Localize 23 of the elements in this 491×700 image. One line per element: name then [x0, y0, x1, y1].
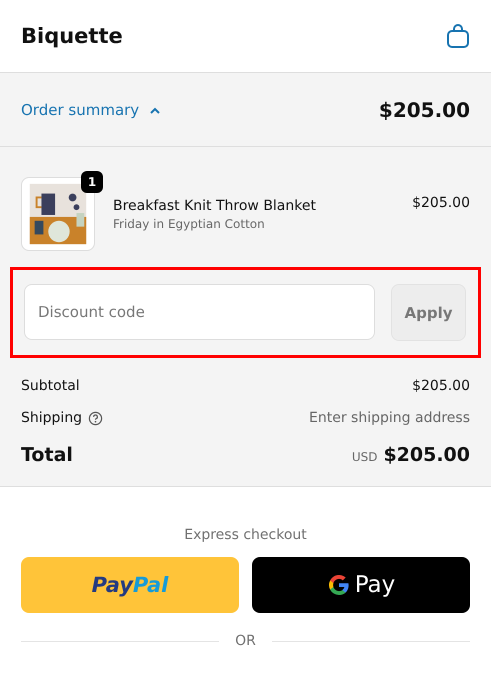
total-value: $205.00 — [412, 378, 470, 394]
product-name: Breakfast Knit Throw Blanket — [113, 198, 317, 214]
google-g-icon — [326, 573, 351, 597]
shopping-bag-icon[interactable] — [446, 23, 470, 49]
express-checkout-title: Express checkout — [184, 527, 307, 543]
total-label: Total — [21, 444, 73, 466]
product-variant: Friday in Egyptian Cotton — [113, 216, 266, 230]
total-label: Subtotal — [21, 378, 80, 394]
currency-code: USD — [352, 450, 378, 464]
product-price: $205.00 — [412, 195, 470, 211]
chevron-icon — [149, 106, 162, 114]
summary-amount: $205.00 — [378, 98, 470, 122]
order-summary-toggle[interactable]: Order summary — [21, 100, 162, 118]
total-value: Enter shipping address — [309, 410, 470, 426]
discount-code-field[interactable]: Discount code — [24, 284, 375, 340]
separator-text: OR — [235, 633, 256, 649]
help-icon[interactable] — [88, 410, 104, 426]
paypal-button[interactable]: PayPal — [21, 557, 239, 613]
total-amount: $205.00 — [383, 444, 470, 466]
quantity-badge: 1 — [81, 171, 103, 193]
total-label: Shipping — [21, 410, 82, 426]
store-name[interactable]: Biquette — [21, 24, 123, 48]
google-pay-button[interactable]: Pay — [252, 557, 470, 613]
